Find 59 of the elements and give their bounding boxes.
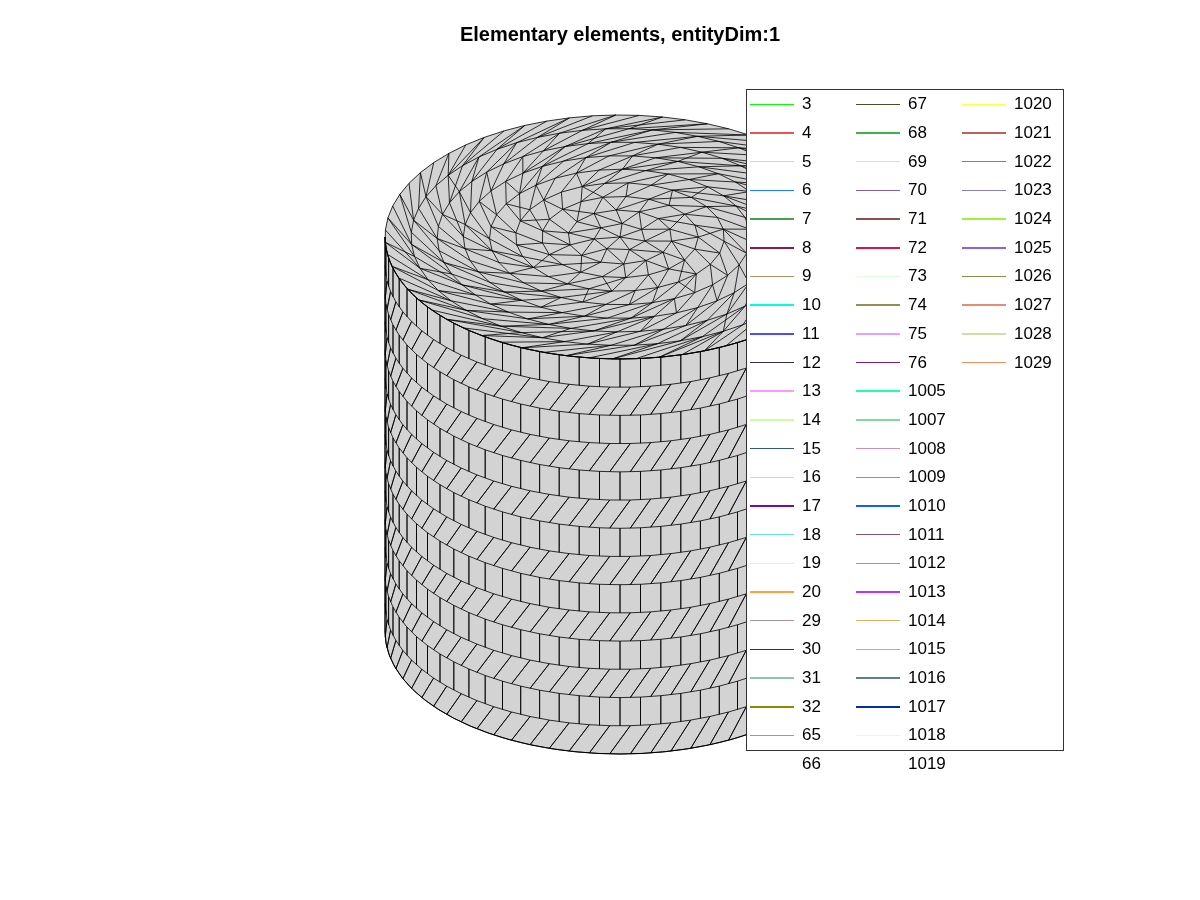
legend-label: 69 [908, 151, 927, 172]
legend-label: 5 [802, 151, 812, 172]
legend-label: 32 [802, 696, 821, 717]
plot-title: Elementary elements, entityDim:1 [458, 22, 782, 46]
legend-label: 72 [908, 237, 927, 258]
legend-label: 1025 [1014, 237, 1052, 258]
legend-label: 1024 [1014, 209, 1052, 230]
legend-label: 67 [908, 94, 927, 115]
legend-label: 1005 [908, 381, 946, 402]
legend-label: 17 [802, 495, 821, 516]
legend-label: 15 [802, 438, 821, 459]
legend-label: 1027 [1014, 295, 1052, 316]
legend-label: 1019 [908, 754, 946, 775]
legend-label: 1015 [908, 639, 946, 660]
legend-label: 1023 [1014, 180, 1052, 201]
legend-label: 66 [802, 754, 821, 775]
legend-label: 14 [802, 409, 821, 430]
legend-label: 1017 [908, 696, 946, 717]
legend-label: 20 [802, 582, 821, 603]
legend-label: 73 [908, 266, 927, 287]
legend-label: 1029 [1014, 352, 1052, 373]
legend-label: 3 [802, 94, 812, 115]
legend-label: 1008 [908, 438, 946, 459]
legend-label: 8 [802, 237, 812, 258]
legend-label: 1028 [1014, 323, 1052, 344]
legend-label: 16 [802, 467, 821, 488]
legend-label: 76 [908, 352, 927, 373]
legend-label: 1022 [1014, 151, 1052, 172]
legend-label: 30 [802, 639, 821, 660]
legend-label: 70 [908, 180, 927, 201]
legend-label: 29 [802, 610, 821, 631]
legend-label: 11 [802, 323, 820, 344]
legend-label: 1007 [908, 409, 946, 430]
legend-label: 1013 [908, 582, 946, 603]
legend-label: 68 [908, 123, 927, 144]
legend-label: 1009 [908, 467, 946, 488]
legend-label: 12 [802, 352, 821, 373]
legend-label: 75 [908, 323, 927, 344]
legend-label: 18 [802, 524, 821, 545]
legend-label: 19 [802, 553, 821, 574]
legend-label: 9 [802, 266, 812, 287]
legend-label: 1011 [908, 524, 945, 545]
legend-label: 71 [908, 209, 927, 230]
legend-label: 13 [802, 381, 821, 402]
legend-label: 1010 [908, 495, 946, 516]
legend-label: 65 [802, 725, 821, 746]
legend-label: 1018 [908, 725, 946, 746]
legend-label: 1026 [1014, 266, 1052, 287]
legend-label: 4 [802, 123, 812, 144]
legend-label: 6 [802, 180, 812, 201]
legend-label: 10 [802, 295, 821, 316]
legend-label: 1021 [1014, 123, 1052, 144]
legend-label: 7 [802, 209, 812, 230]
legend-label: 74 [908, 295, 927, 316]
legend-label: 1020 [1014, 94, 1052, 115]
legend-label: 31 [802, 668, 821, 689]
legend-label: 1014 [908, 610, 946, 631]
legend-label: 1016 [908, 668, 946, 689]
legend-label: 1012 [908, 553, 946, 574]
